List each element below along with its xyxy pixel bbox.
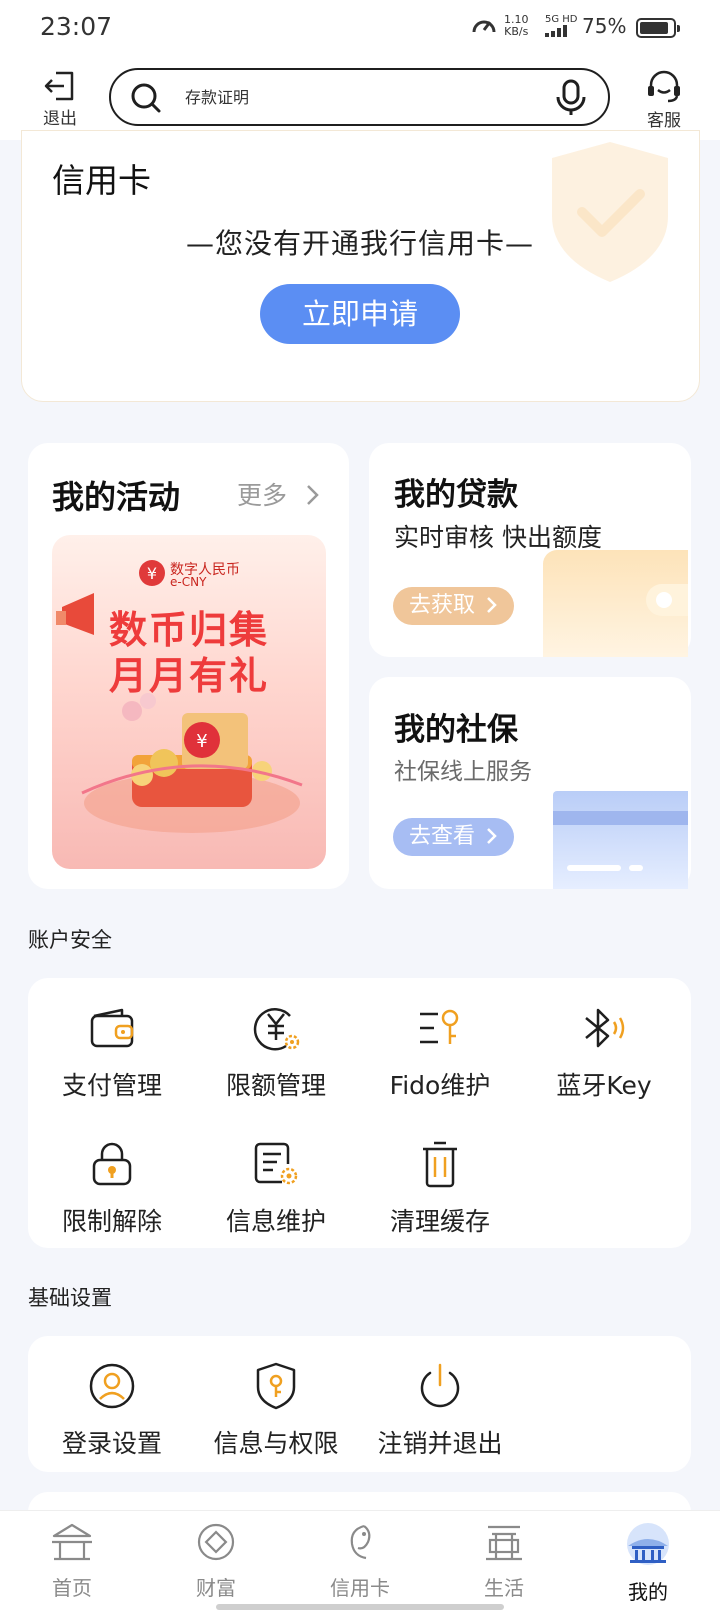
social-insurance-title: 我的社保 — [394, 712, 518, 748]
credit-card-icon — [350, 1524, 371, 1560]
wealth-icon — [197, 1523, 235, 1561]
exit-label: 退出 — [43, 109, 77, 129]
logout-exit-item[interactable]: 注销并退出 — [358, 1358, 522, 1460]
service-label: 客服 — [647, 111, 681, 131]
activity-banner[interactable]: ¥ ¥ 数字人民币 e-CNY 数币归集 月月有礼 — [52, 535, 326, 869]
chevron-right-icon — [487, 828, 497, 844]
get-loan-button[interactable]: 去获取 — [393, 587, 514, 625]
network-speed: 1.10 KB/s — [504, 13, 529, 38]
svg-text:¥: ¥ — [196, 731, 207, 752]
search-icon — [131, 83, 161, 113]
nav-mine[interactable]: 我的 — [576, 1522, 720, 1605]
shield-key-icon — [256, 1362, 296, 1410]
bluetooth-key-item[interactable]: 蓝牙Key — [522, 1000, 686, 1102]
ecny-brand-en: e-CNY — [170, 575, 207, 589]
login-settings-label: 登录设置 — [61, 1429, 162, 1458]
payment-management-item[interactable]: 支付管理 — [30, 1000, 194, 1102]
life-icon — [486, 1525, 522, 1561]
fido-maintenance-item[interactable]: Fido维护 — [358, 1000, 522, 1102]
social-insurance-subtitle: 社保线上服务 — [394, 759, 532, 785]
info-permissions-label: 信息与权限 — [213, 1429, 339, 1458]
nav-wealth[interactable]: 财富 — [144, 1522, 288, 1601]
nav-credit-card[interactable]: 信用卡 — [288, 1522, 432, 1601]
more-label: 更多 — [237, 481, 288, 510]
activities-more-link[interactable]: 更多 — [237, 476, 321, 512]
nav-home[interactable]: 首页 — [0, 1522, 144, 1601]
home-icon — [52, 1523, 92, 1561]
chevron-right-icon — [307, 485, 319, 505]
yuan-limit-icon — [253, 1008, 300, 1051]
account-security-label: 账户安全 — [28, 928, 112, 952]
nav-life-label: 生活 — [484, 1576, 524, 1600]
headset-icon — [648, 70, 680, 103]
card-illustration — [553, 791, 688, 889]
limit-management-item[interactable]: 限额管理 — [194, 1000, 358, 1102]
home-indicator[interactable] — [216, 1604, 504, 1610]
search-input[interactable]: 存款证明 — [109, 68, 610, 126]
clear-cache-label: 清理缓存 — [389, 1207, 490, 1236]
speed-gauge-icon — [472, 20, 496, 33]
unlock-restriction-label: 限制解除 — [61, 1207, 162, 1236]
get-loan-label: 去获取 — [409, 593, 476, 618]
battery-percent: 75% — [582, 14, 627, 38]
logout-exit-label: 注销并退出 — [377, 1429, 503, 1458]
login-settings-item[interactable]: 登录设置 — [30, 1358, 194, 1460]
bluetooth-key-label: 蓝牙Key — [556, 1071, 652, 1100]
info-permissions-item[interactable]: 信息与权限 — [194, 1358, 358, 1460]
activities-title: 我的活动 — [52, 478, 181, 516]
nav-mine-label: 我的 — [628, 1580, 668, 1604]
fido-maintenance-label: Fido维护 — [389, 1071, 491, 1100]
battery-icon — [636, 18, 680, 38]
unlock-icon — [92, 1142, 132, 1186]
nav-life[interactable]: 生活 — [432, 1522, 576, 1601]
promo-line-2: 月月有礼 — [108, 654, 269, 698]
wallet-clasp — [646, 584, 688, 616]
limit-management-label: 限额管理 — [225, 1071, 326, 1100]
view-label: 去查看 — [409, 824, 476, 849]
svg-text:¥: ¥ — [147, 564, 157, 583]
microphone-icon[interactable] — [554, 79, 588, 117]
nav-wealth-label: 财富 — [196, 1576, 236, 1600]
bluetooth-icon — [585, 1008, 625, 1048]
view-social-insurance-button[interactable]: 去查看 — [393, 818, 514, 856]
loan-subtitle: 实时审核 快出额度 — [394, 523, 602, 552]
network-indicator: 5G HD — [545, 14, 578, 40]
wallet-illustration — [543, 550, 688, 657]
unlock-restriction-item[interactable]: 限制解除 — [30, 1136, 194, 1238]
payment-management-label: 支付管理 — [61, 1071, 162, 1100]
signal-icon — [545, 25, 567, 37]
mine-icon — [627, 1523, 669, 1565]
status-time: 23:07 — [40, 12, 113, 41]
customer-service-button[interactable]: 客服 — [642, 70, 686, 131]
nav-home-label: 首页 — [52, 1576, 92, 1600]
chevron-right-icon — [487, 597, 497, 613]
exit-button[interactable]: 退出 — [38, 70, 82, 129]
info-maintenance-label: 信息维护 — [225, 1207, 326, 1236]
info-maintenance-item[interactable]: 信息维护 — [194, 1136, 358, 1238]
nav-credit-card-label: 信用卡 — [330, 1576, 390, 1600]
fido-icon — [420, 1009, 459, 1044]
exit-icon — [44, 71, 74, 101]
search-placeholder: 存款证明 — [185, 88, 250, 107]
power-icon — [420, 1363, 460, 1408]
clear-cache-item[interactable]: 清理缓存 — [358, 1136, 522, 1238]
apply-now-button[interactable]: 立即申请 — [260, 284, 460, 344]
document-gear-icon — [254, 1142, 298, 1185]
wallet-icon — [90, 1008, 134, 1048]
credit-card-empty-text: —您没有开通我行信用卡— — [185, 227, 534, 260]
loan-title: 我的贷款 — [394, 477, 518, 513]
trash-icon — [423, 1141, 457, 1188]
shield-check-icon — [552, 142, 668, 282]
credit-card-title: 信用卡 — [52, 161, 151, 200]
basic-settings-label: 基础设置 — [28, 1286, 112, 1310]
user-circle-icon — [89, 1363, 135, 1409]
